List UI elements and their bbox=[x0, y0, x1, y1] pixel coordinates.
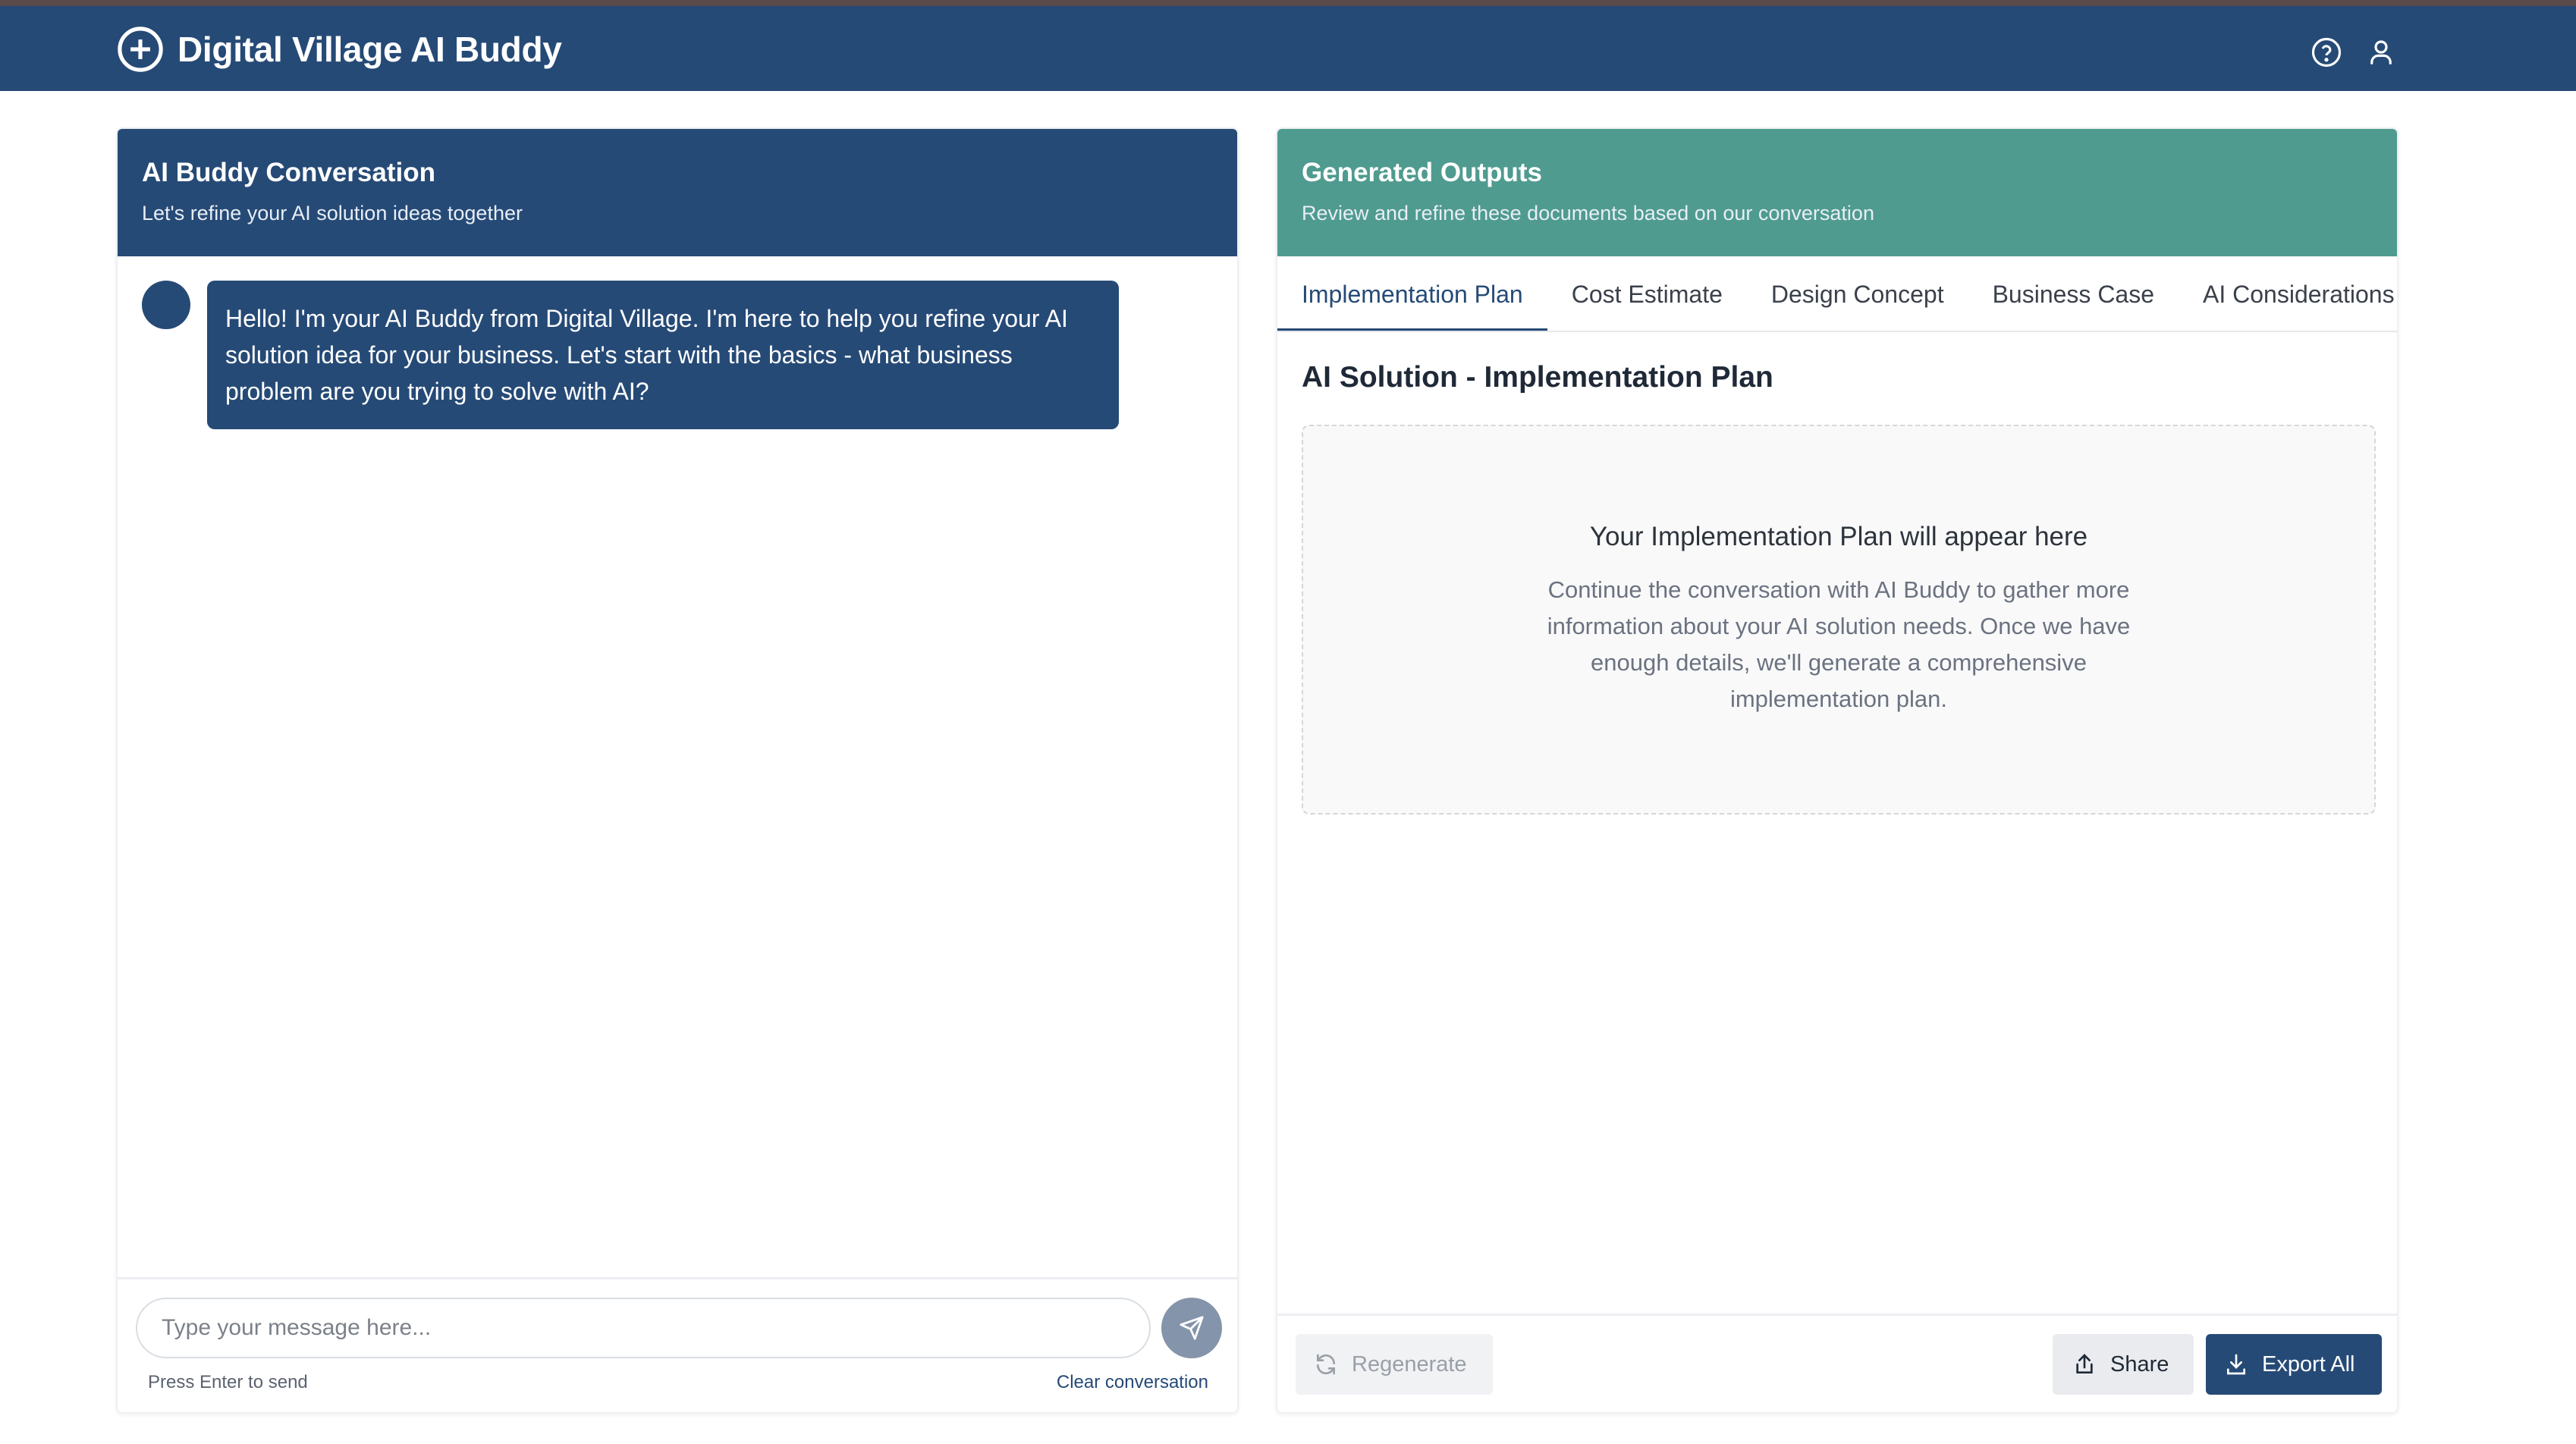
tab-design-concept[interactable]: Design Concept bbox=[1747, 256, 1968, 331]
send-hint: Press Enter to send bbox=[148, 1372, 308, 1392]
user-icon[interactable] bbox=[2365, 36, 2397, 68]
export-all-button[interactable]: Export All bbox=[2206, 1334, 2382, 1395]
refresh-icon bbox=[1317, 1354, 1335, 1375]
placeholder-title: Your Implementation Plan will appear her… bbox=[1589, 522, 2088, 551]
assistant-avatar bbox=[142, 281, 190, 329]
outputs-subtitle: Review and refine these documents based … bbox=[1302, 202, 1874, 224]
conversation-panel: AI Buddy Conversation Let's refine your … bbox=[116, 127, 1239, 1414]
share-icon bbox=[2076, 1354, 2093, 1373]
document-placeholder: Your Implementation Plan will appear her… bbox=[1302, 425, 2376, 815]
document-title: AI Solution - Implementation Plan bbox=[1302, 361, 1773, 394]
regenerate-label: Regenerate bbox=[1352, 1351, 1467, 1377]
chat-message: Hello! I'm your AI Buddy from Digital Vi… bbox=[142, 281, 1119, 429]
top-bar: Digital Village AI Buddy bbox=[0, 0, 2576, 91]
output-tabs: Implementation Plan Cost Estimate Design… bbox=[1277, 256, 2397, 332]
placeholder-body: Continue the conversation with AI Buddy … bbox=[1547, 576, 2131, 712]
regenerate-button[interactable]: Regenerate bbox=[1296, 1334, 1493, 1395]
message-input[interactable] bbox=[136, 1298, 1151, 1358]
message-bubble: Hello! I'm your AI Buddy from Digital Vi… bbox=[207, 281, 1119, 429]
tab-business-case[interactable]: Business Case bbox=[1968, 256, 2179, 331]
outputs-panel: Generated Outputs Review and refine thes… bbox=[1276, 127, 2399, 1414]
plus-circle-icon bbox=[118, 27, 163, 72]
tab-implementation-plan[interactable]: Implementation Plan bbox=[1277, 256, 1547, 331]
share-button[interactable]: Share bbox=[2053, 1334, 2194, 1395]
download-icon bbox=[2227, 1354, 2245, 1375]
send-button[interactable] bbox=[1161, 1298, 1222, 1358]
conversation-header: AI Buddy Conversation Let's refine your … bbox=[118, 129, 1237, 256]
send-icon bbox=[1180, 1316, 1204, 1340]
clear-conversation-link[interactable]: Clear conversation bbox=[1057, 1372, 1208, 1393]
outputs-footer: Regenerate Share Export All bbox=[1277, 1314, 2397, 1412]
outputs-title: Generated Outputs bbox=[1302, 158, 1542, 187]
conversation-subtitle: Let's refine your AI solution ideas toge… bbox=[142, 202, 523, 224]
brand: Digital Village AI Buddy bbox=[117, 26, 562, 73]
help-icon[interactable] bbox=[2311, 36, 2342, 68]
app-title: Digital Village AI Buddy bbox=[177, 30, 562, 69]
conversation-title: AI Buddy Conversation bbox=[142, 158, 435, 187]
tab-cost-estimate[interactable]: Cost Estimate bbox=[1547, 256, 1747, 331]
message-composer: Press Enter to send Clear conversation bbox=[118, 1277, 1237, 1412]
export-all-label: Export All bbox=[2262, 1351, 2355, 1377]
outputs-header: Generated Outputs Review and refine thes… bbox=[1277, 129, 2397, 256]
share-label: Share bbox=[2110, 1351, 2169, 1377]
tab-ai-considerations[interactable]: AI Considerations bbox=[2179, 256, 2397, 331]
